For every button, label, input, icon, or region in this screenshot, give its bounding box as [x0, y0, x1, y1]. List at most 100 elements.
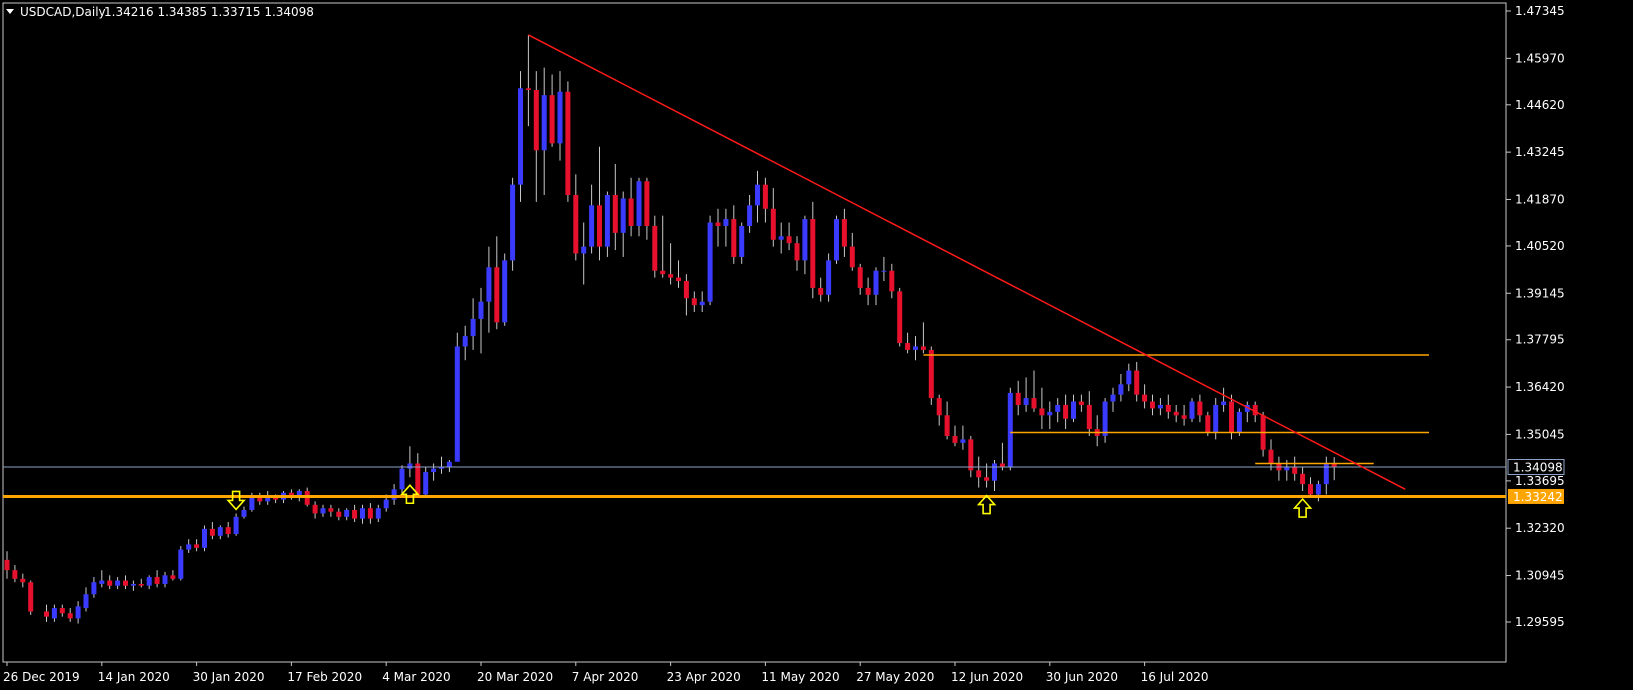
price-chart[interactable]: 1.47345 1.45970 1.44620 1.43245 1.41870 1.405…: [0, 0, 1633, 690]
bull-candle-body: [233, 516, 239, 535]
bear-candle-body: [849, 246, 855, 268]
bear-candle-body: [67, 613, 73, 619]
current-price-tag: 1.34098: [1507, 458, 1565, 475]
bull-candle-body: [1055, 404, 1061, 412]
bear-candle-body: [44, 611, 49, 617]
bull-candle-body: [1047, 411, 1053, 416]
y-tick-label: 1.32320: [1515, 521, 1565, 535]
bull-candle-body: [1189, 401, 1195, 419]
bull-candle-body: [834, 219, 839, 261]
candle: [510, 177, 516, 271]
x-tick-label: 4 Mar 2020: [382, 670, 450, 684]
bear-candle-body: [154, 577, 160, 584]
y-tick-label: 1.45970: [1515, 51, 1565, 65]
bull-candle-body: [518, 88, 523, 185]
bear-candle-body: [999, 463, 1005, 467]
bear-candle-body: [494, 267, 500, 323]
y-tick-label: 1.36420: [1515, 380, 1565, 394]
bear-candle-body: [944, 415, 950, 436]
bull-candle-body: [320, 508, 326, 514]
bull-candle-body: [960, 439, 966, 443]
bear-candle-body: [1134, 370, 1140, 395]
bull-candle-body: [1110, 394, 1116, 402]
bull-candle-body: [755, 184, 760, 206]
candle: [28, 580, 34, 615]
bear-candle-body: [209, 528, 215, 536]
bull-candle-body: [431, 468, 437, 473]
bull-candle-body: [375, 508, 381, 519]
bear-candle-body: [652, 225, 658, 271]
bull-candle-body: [707, 222, 713, 302]
bull-candle-body: [178, 549, 184, 579]
candle: [565, 81, 571, 202]
bear-candle-body: [1268, 449, 1274, 464]
support-price-tag-text: 1.33242: [1513, 490, 1563, 504]
bear-candle-body: [976, 470, 982, 478]
candle: [897, 287, 903, 347]
bear-candle-body: [668, 274, 674, 278]
bull-candle-body: [881, 270, 887, 272]
bull-candle-body: [913, 346, 918, 350]
bull-candle-body: [75, 606, 81, 619]
bear-candle-body: [628, 198, 634, 226]
bear-candle-body: [928, 349, 934, 399]
bear-candle-body: [762, 184, 768, 209]
candle: [178, 546, 184, 581]
bull-candle-body: [747, 205, 753, 226]
y-tick-label: 1.33695: [1515, 474, 1565, 488]
bear-candle-body: [415, 463, 421, 495]
bull-candle-body: [1157, 404, 1163, 409]
bull-candle-body: [265, 497, 271, 502]
bear-candle-body: [107, 580, 113, 586]
bull-candle-body: [202, 528, 207, 548]
x-tick-label: 20 Mar 2020: [477, 670, 553, 684]
bull-candle-body: [1315, 484, 1321, 495]
bull-candle-body: [802, 219, 808, 261]
bear-candle-body: [810, 219, 816, 288]
bull-candle-body: [510, 184, 516, 261]
y-tick-label: 1.39145: [1515, 286, 1565, 300]
bear-candle-body: [920, 346, 926, 350]
bull-candle-body: [360, 508, 365, 519]
bull-candle-body: [1126, 370, 1132, 385]
bull-candle-body: [446, 461, 452, 467]
bull-candle-body: [778, 236, 784, 240]
bear-candle-body: [841, 219, 847, 247]
x-tick-label: 26 Dec 2019: [3, 670, 80, 684]
y-tick-label: 1.41870: [1515, 192, 1565, 206]
candle: [202, 525, 207, 552]
bear-candle-body: [715, 222, 721, 226]
bear-candle-body: [1086, 404, 1092, 430]
bear-candle-body: [1015, 392, 1021, 405]
bear-candle-body: [1308, 484, 1313, 495]
bull-candle-body: [1236, 411, 1242, 433]
x-tick-label: 11 May 2020: [761, 670, 839, 684]
x-tick-label: 23 Apr 2020: [667, 670, 741, 684]
bull-candle-body: [604, 194, 610, 247]
bear-candle-body: [1063, 404, 1069, 419]
bear-candle-body: [1197, 401, 1203, 416]
bull-candle-body: [1023, 398, 1029, 405]
bull-candle-body: [581, 246, 587, 254]
bear-candle-body: [328, 508, 334, 512]
bear-candle-body: [12, 570, 18, 579]
bull-candle-body: [115, 580, 121, 586]
bear-candle-body: [28, 582, 34, 612]
bear-candle-body: [936, 398, 942, 416]
bull-candle-body: [407, 463, 413, 469]
symbol-timeframe: USDCAD,Daily: [20, 5, 106, 19]
bull-candle-body: [478, 301, 484, 319]
candle: [834, 215, 839, 264]
bull-candle-body: [399, 468, 405, 490]
bear-candle-body: [683, 281, 689, 299]
x-tick-label: 30 Jan 2020: [193, 670, 265, 684]
bull-candle-body: [391, 489, 397, 500]
candle: [1007, 387, 1013, 471]
x-tick-label: 12 Jun 2020: [951, 670, 1023, 684]
candle: [707, 215, 713, 306]
current-price-tag-text: 1.34098: [1513, 460, 1563, 474]
bull-candle-body: [1007, 392, 1013, 467]
bear-candle-body: [367, 508, 373, 519]
bull-candle-body: [217, 527, 223, 536]
bear-candle-body: [612, 194, 618, 233]
